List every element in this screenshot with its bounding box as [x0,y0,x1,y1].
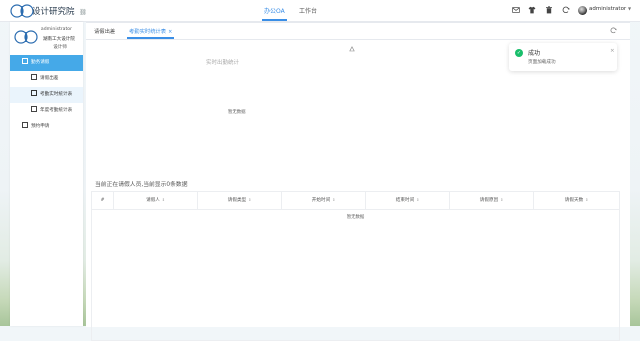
check-circle-icon: ✓ [515,49,523,57]
sort-icon[interactable]: ⇕ [416,198,419,202]
leave-table: # 请假人 ⇕ 请假类型 ⇕ 开始时间 ⇕ 结束时间 ⇕ 请假原因 ⇕ 请假天数 ⇕ 暂无数… [91,191,620,341]
sort-icon[interactable]: ⇕ [585,198,588,202]
table-title: 当前正在请假人员,当前显示0条数据 [95,182,188,188]
mail-icon[interactable] [512,6,520,14]
column-header-applicant[interactable]: 请假人 ⇕ [114,192,198,209]
sidebar: administrator 湖南工大设计院 设计师 勤务请假 请假出差 考勤实时… [10,22,83,326]
grid-icon [31,90,37,96]
table-empty-text: 暂无数据 [346,215,365,220]
column-label: 请假类型 [227,198,247,203]
shirt-icon[interactable] [528,6,536,14]
table-header: # 请假人 ⇕ 请假类型 ⇕ 开始时间 ⇕ 结束时间 ⇕ 请假原因 ⇕ 请假天数 ⇕ [92,192,619,210]
tab-realtime-stats[interactable]: 考勤实时统计表 × [126,27,175,39]
user-name: administrator [589,6,627,12]
success-toast: ✓ 成功 页面加载成功 × [509,43,617,71]
sidebar-item-label: 预约申请 [31,124,50,129]
legend-icon[interactable] [349,46,355,52]
column-header-index: # [92,192,114,209]
sidebar-logo-icon [14,30,38,44]
grid-icon [22,58,28,64]
column-label: 请假人 [146,198,160,203]
sidebar-item-leave-trip[interactable]: 请假出差 [10,71,83,87]
sort-icon[interactable]: ⇕ [500,198,503,202]
sidebar-item-realtime-stats[interactable]: 考勤实时统计表 [10,87,83,103]
sidebar-role: 设计师 [53,45,67,50]
chart-title: 实时出勤统计 [206,60,240,66]
nav-tab-workbench[interactable]: 工作台 [299,6,317,15]
close-icon[interactable]: × [610,48,615,54]
column-label: 请假原因 [479,198,499,203]
column-label: 请假天数 [564,198,584,203]
sidebar-item-label: 考勤实时统计表 [40,92,73,97]
column-header-end-time[interactable]: 结束时间 ⇕ [366,192,450,209]
sidebar-item-reservation[interactable]: 预约申请 [10,119,83,135]
sidebar-item-label: 年度考勤统计表 [40,108,73,113]
sidebar-department: 湖南工大设计院 [42,37,75,42]
tab-label: 考勤实时统计表 [129,29,167,35]
toast-title: 成功 [528,50,541,57]
sidebar-item-label: 勤务请假 [31,60,50,65]
sidebar-item-annual-stats[interactable]: 年度考勤统计表 [10,103,83,119]
column-header-leave-type[interactable]: 请假类型 ⇕ [198,192,282,209]
link-icon: ⛓ [79,9,87,16]
sort-icon[interactable]: ⇕ [332,198,335,202]
refresh-icon[interactable] [562,6,570,14]
chart-empty-text: 暂无数据 [228,110,246,115]
toast-message: 页面加载成功 [528,60,556,65]
sidebar-item-leave-group[interactable]: 勤务请假 [10,55,83,71]
grid-icon [22,122,28,128]
top-header: 设计研究院 ⛓ 办公OA 工作台 administrator ▼ [0,0,640,22]
caret-down-icon: ▼ [627,6,632,11]
sort-icon[interactable]: ⇕ [248,198,251,202]
user-menu[interactable]: administrator ▼ [589,6,631,12]
column-header-days[interactable]: 请假天数 ⇕ [534,192,619,209]
column-header-reason[interactable]: 请假原因 ⇕ [450,192,534,209]
tab-leave-trip[interactable]: 请假出差 [94,27,115,35]
nav-tab-oa[interactable]: 办公OA [262,6,287,21]
sidebar-item-label: 请假出差 [40,76,59,81]
grid-icon [31,74,37,80]
page-tabs: 请假出差 考勤实时统计表 × [86,23,630,40]
refresh-tabs-icon[interactable] [610,27,617,34]
sort-icon[interactable]: ⇕ [162,198,165,202]
grid-icon [31,106,37,112]
logo-icon [10,4,34,18]
avatar[interactable] [578,6,587,15]
sidebar-username: administrator [40,27,72,32]
column-header-start-time[interactable]: 开始时间 ⇕ [282,192,366,209]
app-title-text: 设计研究院 [32,7,75,17]
trash-icon[interactable] [545,6,553,14]
column-label: 开始时间 [311,198,331,203]
close-icon[interactable]: × [168,29,172,35]
column-label: 结束时间 [395,198,415,203]
app-title[interactable]: 设计研究院 ⛓ [32,5,87,17]
